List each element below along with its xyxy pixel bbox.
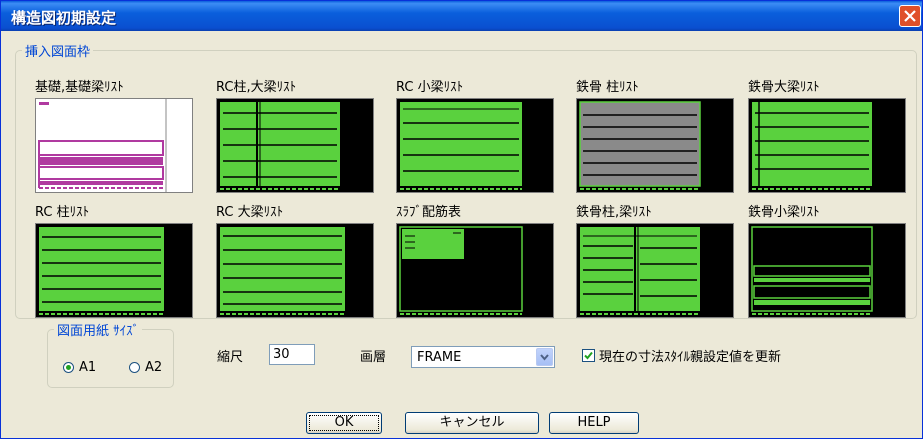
paper-a2-radio[interactable]: A2 [129,360,162,375]
frame-thumbnail-steel-column-beam[interactable] [576,223,734,318]
help-button[interactable]: HELP [549,412,639,434]
frame-thumbnail-slab-rebar[interactable] [396,223,554,318]
frame-item-label: ｽﾗﾌﾞ配筋表 [396,205,462,220]
cancel-button[interactable]: キャンセル [405,412,539,434]
ok-button[interactable]: OK [306,412,382,434]
close-button[interactable] [899,5,921,27]
frame-item-label: 鉄骨小梁ﾘｽﾄ [748,205,820,220]
layer-select[interactable]: FRAME [411,346,555,368]
frame-thumbnail-rc-girder[interactable] [216,223,374,318]
radio-unselected-icon [129,362,140,373]
checkbox-checked-icon [582,349,595,362]
radio-selected-icon [63,362,74,373]
frame-item-label: RC柱,大梁ﾘｽﾄ [216,80,297,95]
insert-frame-group-label: 挿入図面枠 [25,45,91,60]
frame-item-label: 基礎,基礎梁ﾘｽﾄ [35,80,124,95]
frame-item-label: 鉄骨 柱ﾘｽﾄ [576,80,639,95]
scale-label: 縮尺 [217,350,244,365]
layer-label: 画層 [360,350,387,365]
layer-dropdown-button[interactable] [536,348,553,366]
frame-item-label: 鉄骨大梁ﾘｽﾄ [748,80,820,95]
focus-rect [309,415,379,431]
cancel-button-label: キャンセル [439,415,505,430]
scale-input[interactable] [269,344,315,365]
paper-a1-label: A1 [79,360,97,375]
window-title: 構造図初期設定 [11,9,117,27]
paper-a2-label: A2 [145,360,163,375]
frame-thumbnail-rc-column[interactable] [35,223,193,318]
layer-selected-value: FRAME [417,350,462,365]
update-dimstyle-label: 現在の寸法ｽﾀｲﾙ親設定値を更新 [599,350,782,365]
frame-thumbnail-foundation[interactable] [35,98,193,193]
title-bar[interactable]: 構造図初期設定 [1,1,922,31]
paper-size-group: 図面用紙 ｻｲｽﾞ [47,320,174,388]
paper-size-group-label: 図面用紙 ｻｲｽﾞ [57,324,140,339]
frame-item-label: 鉄骨柱,梁ﾘｽﾄ [576,205,652,220]
dialog-window: 構造図初期設定 挿入図面枠 基礎,基礎梁ﾘｽﾄ RC柱,大梁ﾘｽﾄ RC 小梁ﾘ… [0,0,923,439]
frame-thumbnail-steel-beam[interactable] [748,223,906,318]
frame-thumbnail-steel-column[interactable] [576,98,734,193]
frame-item-label: RC 柱ﾘｽﾄ [35,205,90,220]
frame-thumbnail-steel-girder[interactable] [748,98,906,193]
frame-item-label: RC 大梁ﾘｽﾄ [216,205,284,220]
frame-item-label: RC 小梁ﾘｽﾄ [396,80,464,95]
paper-a1-radio[interactable]: A1 [63,360,96,375]
help-button-label: HELP [577,415,611,430]
frame-thumbnail-rc-beam[interactable] [396,98,554,193]
update-dimstyle-checkbox[interactable]: 現在の寸法ｽﾀｲﾙ親設定値を更新 [582,346,781,365]
frame-thumbnail-rc-column-girder[interactable] [216,98,374,193]
